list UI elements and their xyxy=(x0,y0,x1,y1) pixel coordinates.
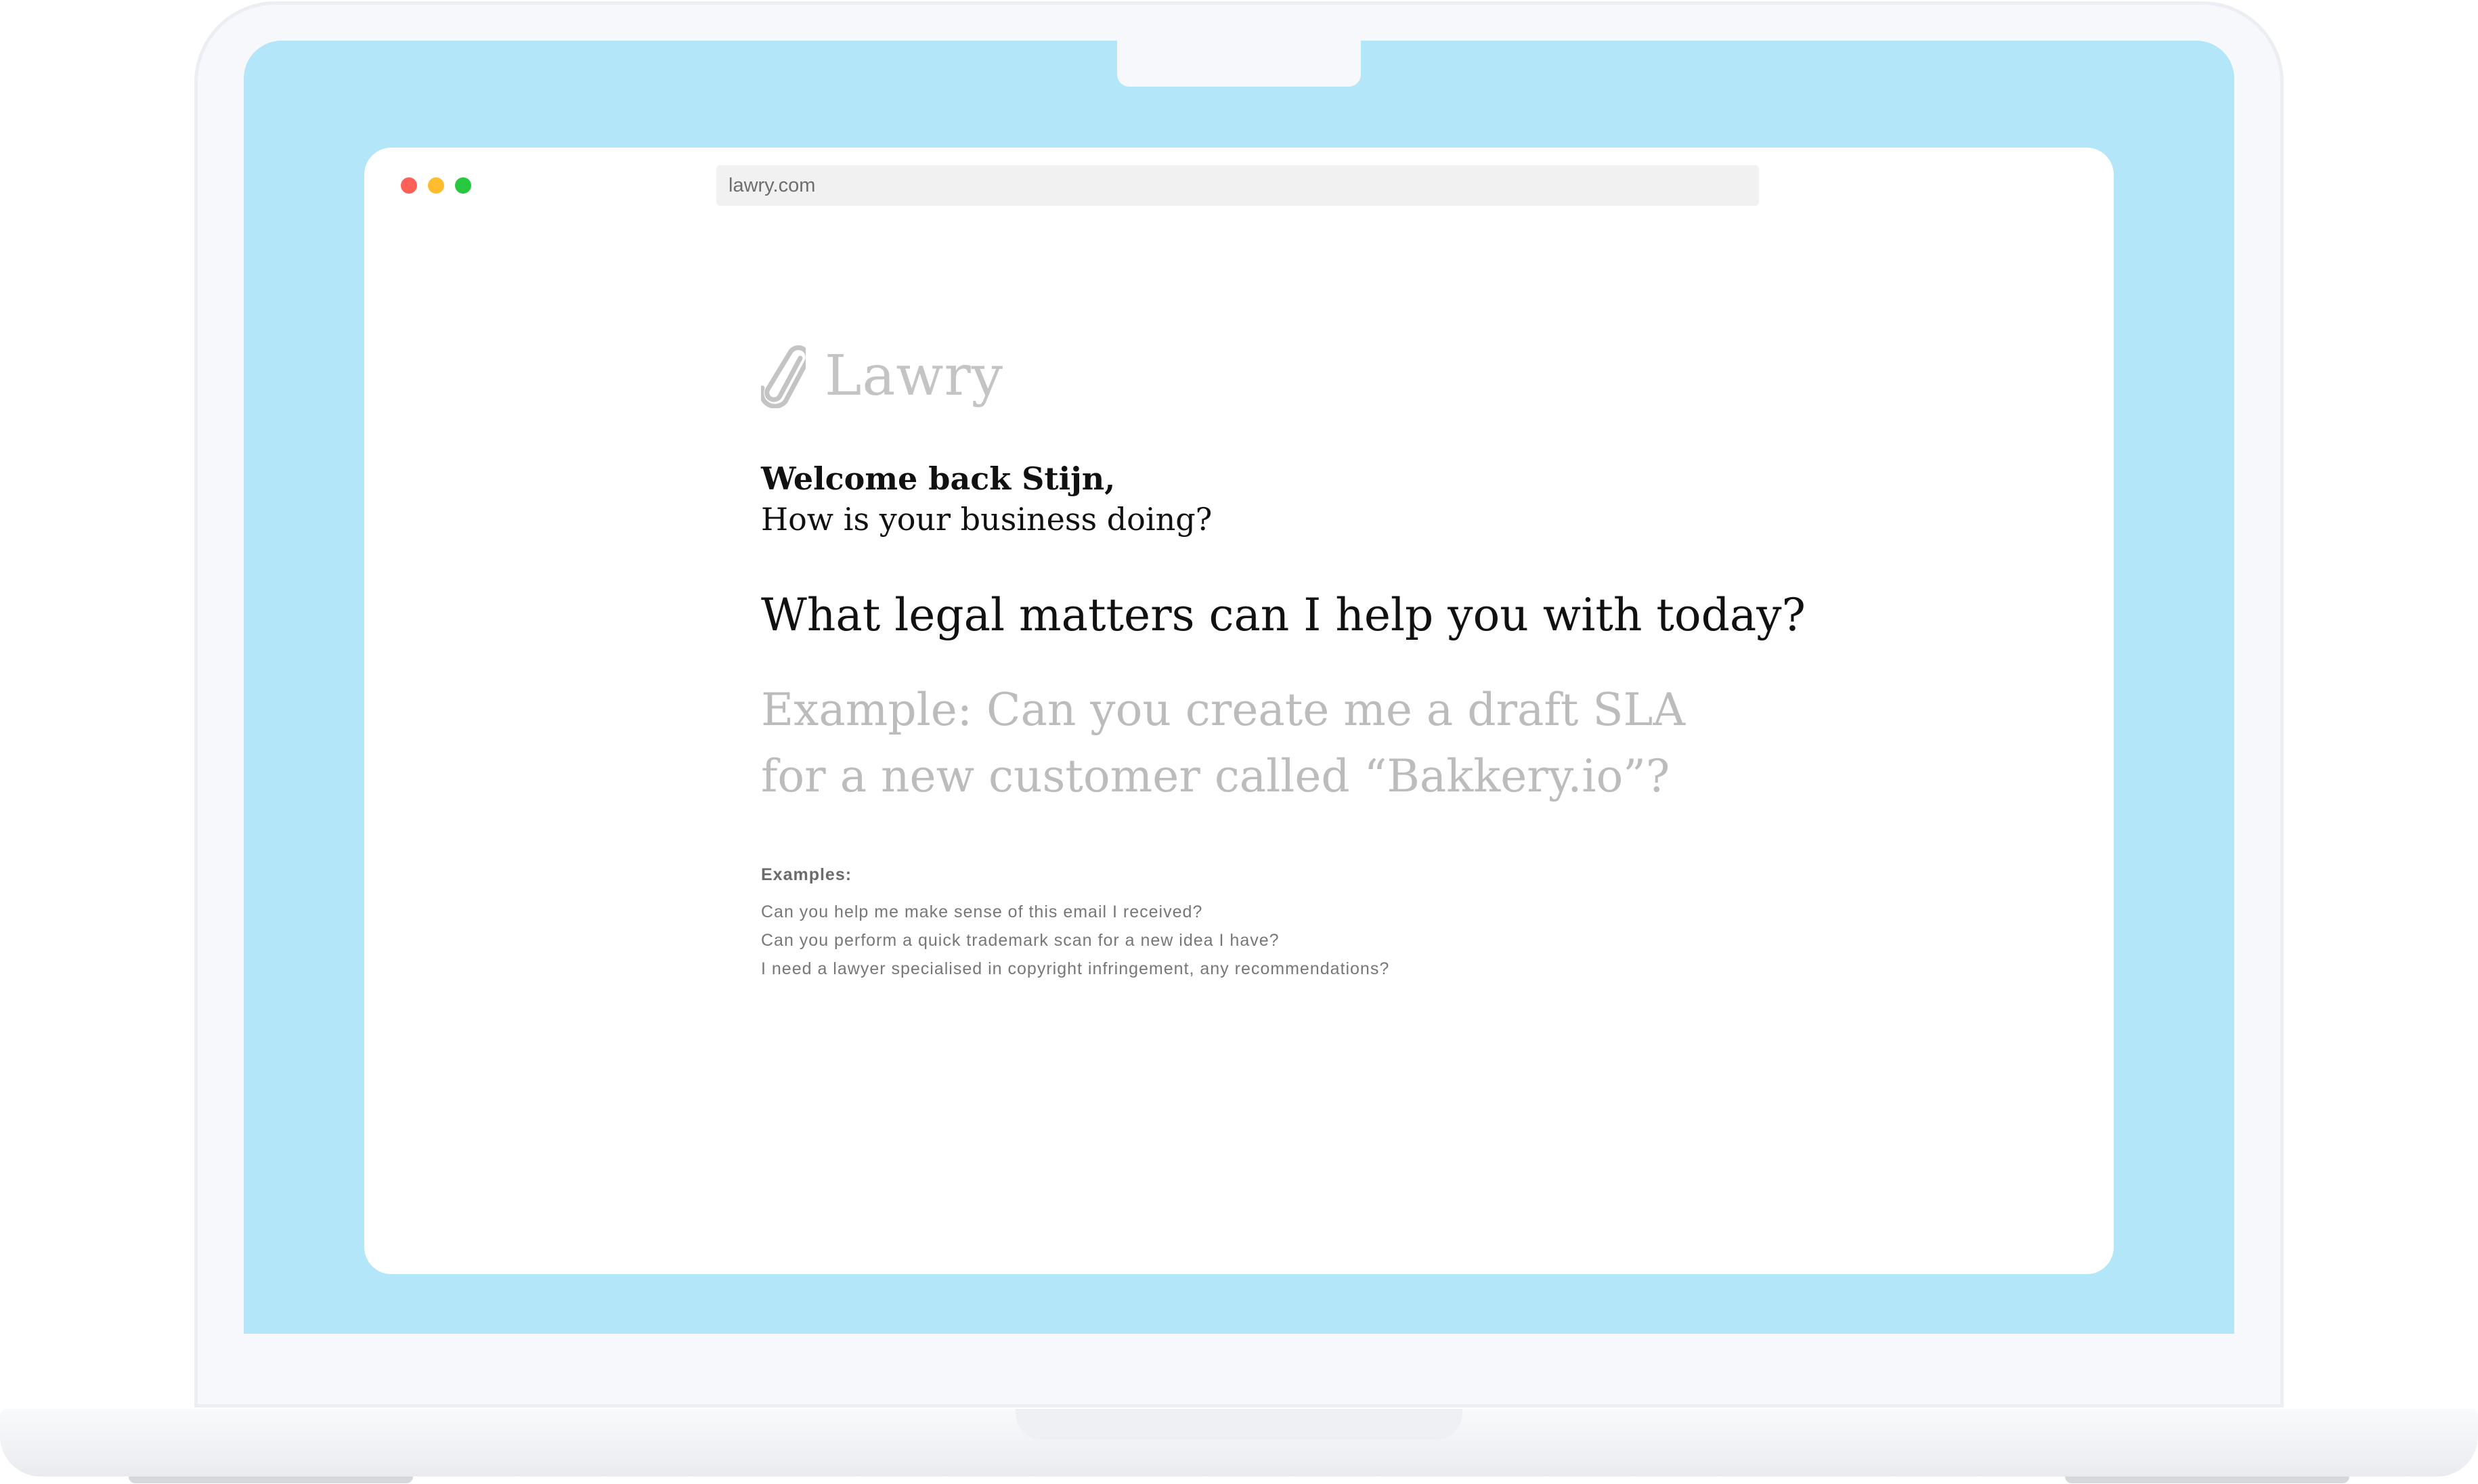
laptop-base-notch xyxy=(1016,1409,1462,1440)
paperclip-icon xyxy=(761,345,806,408)
logo: Lawry xyxy=(761,344,1003,408)
maximize-window-button[interactable] xyxy=(455,177,471,194)
laptop-foot-right xyxy=(2065,1477,2349,1483)
welcome-title: Welcome back Stijn, xyxy=(761,460,1116,497)
brand-name: Lawry xyxy=(825,344,1004,408)
examples-heading: Examples: xyxy=(761,865,852,884)
camera-notch xyxy=(1117,41,1361,87)
example-item[interactable]: I need a lawyer specialised in copyright… xyxy=(761,955,1389,983)
example-item[interactable]: Can you perform a quick trademark scan f… xyxy=(761,926,1389,955)
prompt-input[interactable]: Example: Can you create me a draft SLA f… xyxy=(761,677,1790,810)
example-item[interactable]: Can you help me make sense of this email… xyxy=(761,898,1389,926)
browser-window: lawry.com Lawry Welcome back Stijn, How … xyxy=(364,148,2114,1274)
main-question: What legal matters can I help you with t… xyxy=(761,589,1806,641)
examples-list: Can you help me make sense of this email… xyxy=(761,898,1389,983)
close-window-button[interactable] xyxy=(401,177,417,194)
address-bar[interactable]: lawry.com xyxy=(716,165,1759,206)
prompt-placeholder-line: Example: Can you create me a draft SLA xyxy=(761,684,1686,736)
laptop-foot-left xyxy=(129,1477,413,1483)
minimize-window-button[interactable] xyxy=(428,177,444,194)
prompt-placeholder-line: for a new customer called “Bakkery.io”? xyxy=(761,750,1670,802)
welcome-subtitle: How is your business doing? xyxy=(761,501,1213,538)
